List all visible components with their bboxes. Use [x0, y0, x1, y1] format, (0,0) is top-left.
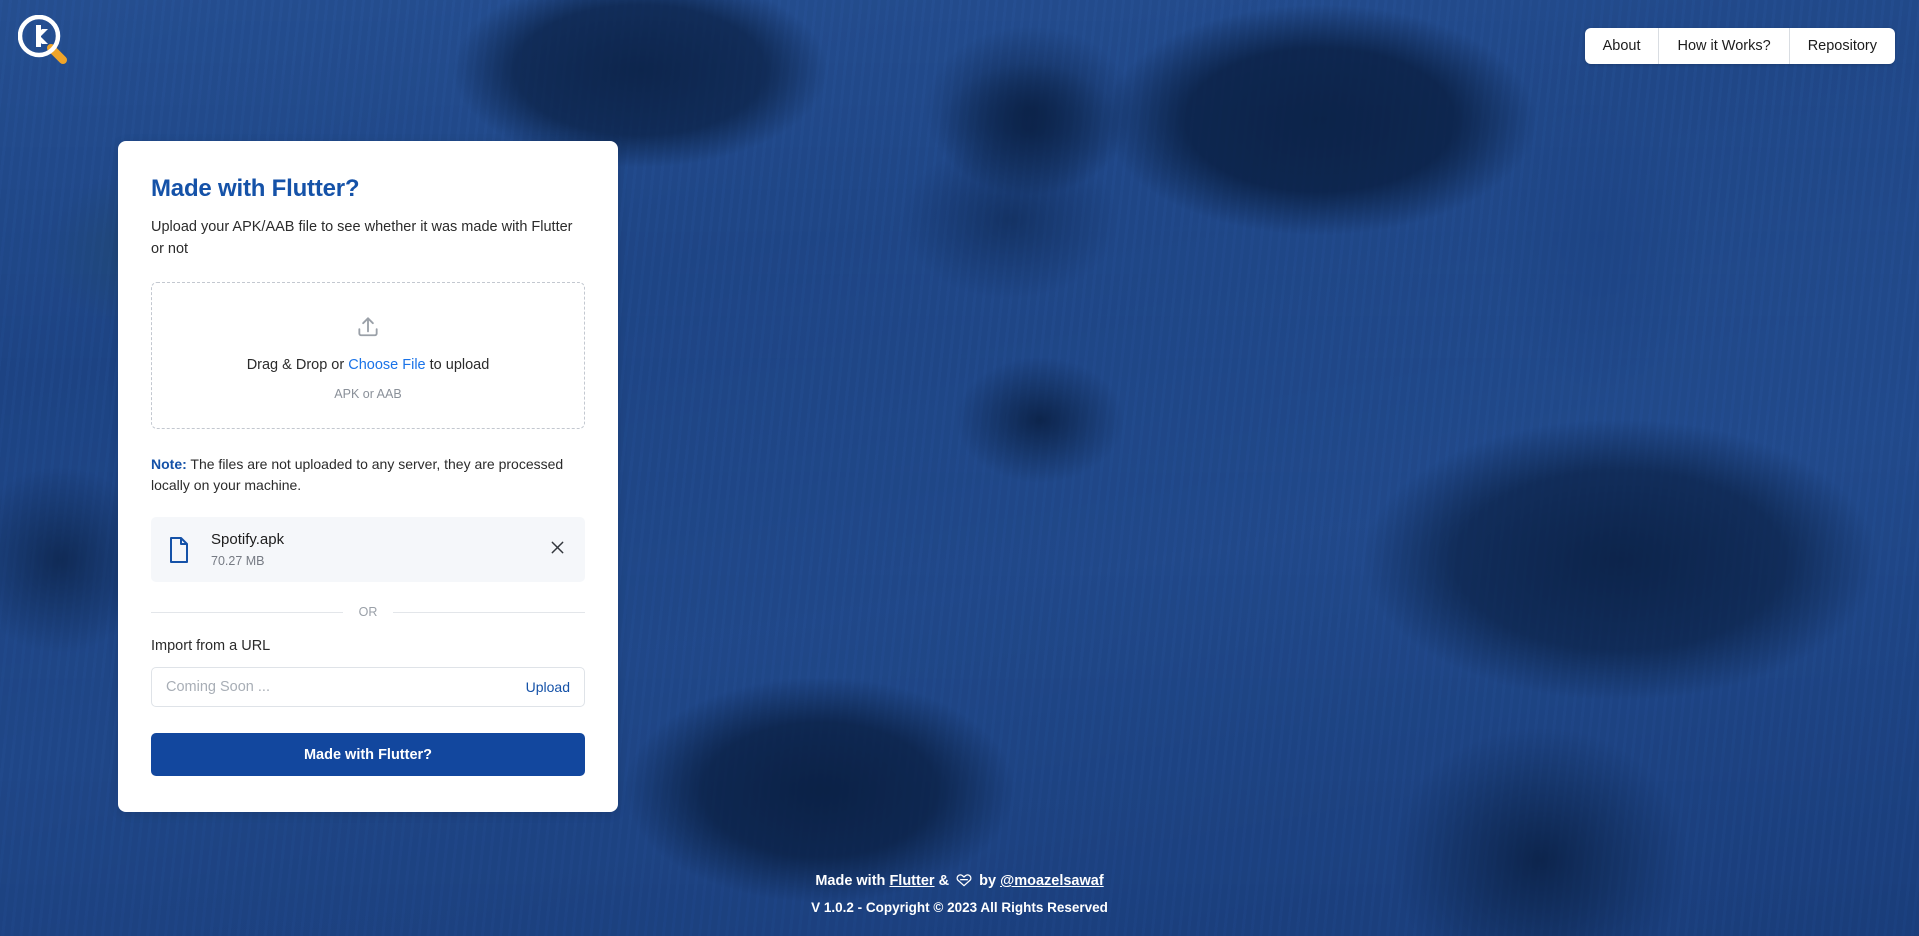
heart-hands-icon: [956, 873, 976, 889]
file-size: 70.27 MB: [211, 554, 265, 569]
nav-item-how-it-works[interactable]: How it Works?: [1659, 28, 1790, 64]
upload-icon: [358, 316, 378, 336]
note-label: Note:: [151, 455, 187, 472]
uploaded-file-item: Spotify.apk 70.27 MB: [151, 517, 585, 583]
url-upload-button[interactable]: Upload: [514, 679, 570, 695]
note-text: The files are not uploaded to any server…: [151, 455, 564, 493]
dropzone-text-before: Drag & Drop or: [246, 356, 349, 373]
divider-line-right: [393, 611, 585, 613]
footer-by-text: by: [979, 873, 1001, 889]
page-footer: Made with Flutter & by @moazelsawaf V 1.…: [0, 873, 1919, 915]
dropzone-main-text: Drag & Drop or Choose File to upload: [162, 357, 574, 373]
page-title: Made with Flutter?: [151, 175, 360, 202]
import-url-row: Upload: [151, 667, 585, 708]
upload-card: Made with Flutter? Upload your APK/AAB f…: [118, 141, 618, 813]
privacy-note: Note: The files are not uploaded to any …: [151, 454, 585, 497]
footer-made-with-text: Made with: [815, 873, 890, 889]
close-icon[interactable]: [546, 536, 569, 564]
footer-flutter-link[interactable]: Flutter: [889, 873, 934, 889]
footer-copyright: V 1.0.2 - Copyright © 2023 All Rights Re…: [811, 900, 1108, 915]
nav-item-repository[interactable]: Repository: [1790, 28, 1895, 64]
url-input[interactable]: [166, 679, 514, 696]
nav-item-about[interactable]: About: [1585, 28, 1660, 64]
footer-credit: Made with Flutter & by @moazelsawaf: [0, 873, 1919, 889]
footer-amp: &: [934, 873, 954, 889]
divider-line-left: [151, 611, 343, 613]
or-divider: OR: [151, 605, 585, 619]
file-meta: Spotify.apk 70.27 MB: [211, 531, 546, 568]
dropzone-text-after: to upload: [425, 356, 490, 373]
document-icon: [170, 536, 188, 563]
top-navigation: About How it Works? Repository: [1584, 28, 1895, 64]
card-subtitle: Upload your APK/AAB file to see whether …: [151, 219, 573, 257]
choose-file-link[interactable]: Choose File: [348, 357, 425, 373]
import-url-label: Import from a URL: [151, 638, 271, 655]
file-name: Spotify.apk: [211, 531, 285, 549]
magnifier-flutter-logo-icon[interactable]: [17, 14, 70, 67]
made-with-flutter-button[interactable]: Made with Flutter?: [151, 733, 585, 777]
file-dropzone[interactable]: Drag & Drop or Choose File to upload APK…: [151, 281, 585, 429]
footer-author-link[interactable]: @moazelsawaf: [1000, 873, 1104, 889]
dropzone-hint: APK or AAB: [334, 386, 402, 401]
divider-label: OR: [358, 605, 378, 620]
